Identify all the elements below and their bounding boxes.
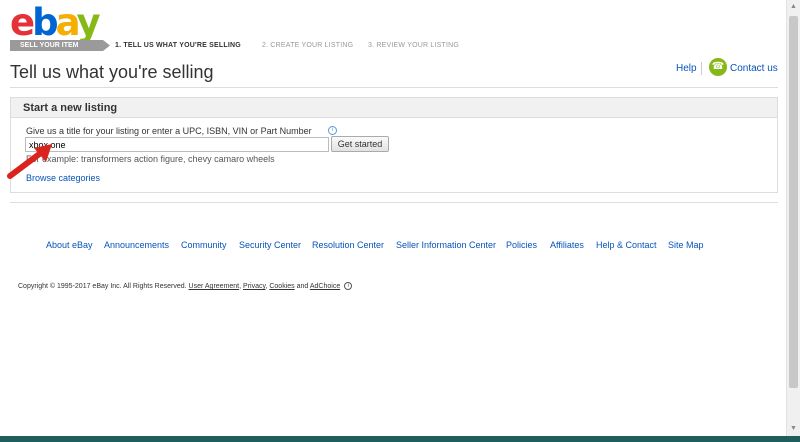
step-2: 2. CREATE YOUR LISTING — [262, 42, 354, 49]
contact-us-link[interactable]: Contact us — [730, 63, 778, 74]
adchoice-icon[interactable]: i — [344, 282, 353, 290]
listing-title-input[interactable] — [25, 137, 329, 152]
privacy-link[interactable]: Privacy — [243, 283, 265, 290]
logo-letter: y — [76, 1, 100, 44]
phone-icon[interactable]: ☎ — [709, 58, 727, 76]
cookies-link[interactable]: Cookies — [269, 283, 294, 290]
panel-heading: Start a new listing — [11, 98, 777, 118]
footer-link-affiliates[interactable]: Affiliates — [550, 240, 584, 250]
scroll-thumb[interactable] — [789, 16, 798, 388]
footer-link-resolution[interactable]: Resolution Center — [312, 240, 384, 250]
listing-prompt: Give us a title for your listing or ente… — [26, 126, 312, 136]
copyright-text: Copyright © 1995-2017 eBay Inc. All Righ… — [18, 282, 187, 290]
scroll-up-icon[interactable]: ▲ — [787, 0, 800, 14]
footer-link-announcements[interactable]: Announcements — [104, 240, 169, 250]
step-badge: SELL YOUR ITEM — [10, 40, 110, 51]
ebay-logo[interactable]: ebay — [10, 4, 101, 41]
footer-link-about[interactable]: About eBay — [46, 240, 93, 250]
footer-link-policies[interactable]: Policies — [506, 240, 537, 250]
footer-link-seller-info[interactable]: Seller Information Center — [396, 240, 496, 250]
divider — [701, 62, 702, 75]
footer-link-security[interactable]: Security Center — [239, 240, 301, 250]
footer-link-help-contact[interactable]: Help & Contact — [596, 240, 657, 250]
footer-link-community[interactable]: Community — [181, 240, 227, 250]
annotation-arrow-icon — [7, 144, 52, 179]
step-1: 1. TELL US WHAT YOU'RE SELLING — [115, 42, 241, 49]
start-listing-panel: Start a new listing Give us a title for … — [10, 97, 778, 193]
logo-letter: a — [55, 1, 80, 44]
step-3: 3. REVIEW YOUR LISTING — [368, 42, 460, 49]
divider — [10, 202, 778, 203]
get-started-button[interactable]: Get started — [331, 136, 389, 152]
adchoice-link[interactable]: AdChoice — [310, 283, 340, 290]
info-icon[interactable]: i — [328, 126, 337, 135]
scroll-down-icon[interactable]: ▼ — [787, 422, 800, 436]
taskbar — [0, 436, 800, 442]
copyright: Copyright © 1995-2017 eBay Inc. All Righ… — [18, 282, 353, 290]
footer-link-site-map[interactable]: Site Map — [668, 240, 704, 250]
user-agreement-link[interactable]: User Agreement — [189, 283, 240, 290]
page-title: Tell us what you're selling — [10, 62, 214, 82]
logo-letter: e — [10, 1, 35, 44]
help-link[interactable]: Help — [676, 63, 697, 74]
logo-letter: b — [32, 1, 58, 44]
vertical-scrollbar[interactable]: ▲ ▼ — [786, 0, 800, 436]
and-text: and — [296, 282, 309, 290]
divider — [10, 87, 778, 88]
